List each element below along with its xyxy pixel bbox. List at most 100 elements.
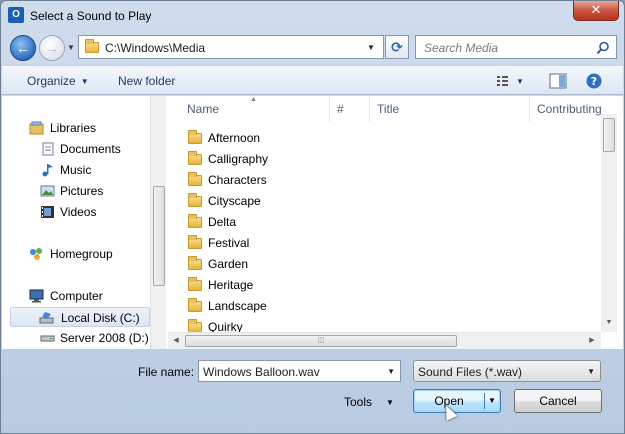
organize-button[interactable]: Organize ▼: [27, 74, 89, 88]
chevron-down-icon: ▼: [80, 77, 89, 86]
horizontal-scroll-thumb[interactable]: ⁞⁞⁞: [185, 335, 457, 347]
nav-item-videos[interactable]: Videos: [2, 202, 150, 222]
file-scroll-thumb[interactable]: [603, 118, 615, 152]
documents-icon: [42, 142, 54, 156]
list-item[interactable]: Quirky: [188, 317, 348, 332]
open-options-dropdown-icon[interactable]: ▼: [488, 390, 496, 412]
folder-icon: [188, 193, 202, 207]
sort-ascending-icon: ▲: [250, 96, 257, 103]
dialog-title: Select a Sound to Play: [30, 9, 152, 23]
svg-text:?: ?: [591, 75, 597, 88]
pictures-icon: [40, 185, 55, 197]
nav-item-label: Local Disk (C:): [61, 311, 140, 325]
cancel-button[interactable]: Cancel: [514, 389, 602, 413]
preview-pane-icon[interactable]: [549, 73, 567, 89]
forward-button[interactable]: →: [39, 35, 65, 61]
folder-icon: [188, 298, 202, 312]
file-list-horizontal-scrollbar[interactable]: ◀ ⁞⁞⁞ ▶: [168, 332, 601, 349]
column-header-number[interactable]: #: [330, 96, 370, 122]
column-header-title[interactable]: Title: [370, 96, 530, 122]
search-input[interactable]: Search Media: [415, 35, 617, 59]
open-button[interactable]: Open ▼: [413, 389, 501, 413]
list-item[interactable]: Landscape: [188, 296, 348, 316]
folder-icon: [188, 172, 202, 186]
scroll-right-arrow-icon[interactable]: ▶: [587, 336, 597, 346]
command-toolbar: Organize ▼ New folder ▼ ?: [2, 65, 623, 95]
nav-scroll-thumb[interactable]: [153, 186, 165, 286]
navigation-bar: ← → ▼ C:\Windows\Media ▼ ⟳ Search Media: [1, 31, 624, 63]
music-icon: [42, 164, 53, 177]
folder-icon: [188, 277, 202, 291]
file-name: Garden: [208, 257, 249, 271]
file-name-value: Windows Balloon.wav: [203, 365, 320, 379]
nav-item-label: Videos: [60, 205, 97, 219]
nav-item-label: Homegroup: [50, 247, 113, 261]
file-name: Characters: [208, 173, 267, 187]
file-name: Landscape: [208, 299, 267, 313]
search-icon[interactable]: [596, 41, 610, 55]
list-item[interactable]: Afternoon: [188, 128, 348, 148]
new-folder-button[interactable]: New folder: [118, 74, 175, 88]
file-name: Heritage: [208, 278, 254, 292]
address-bar[interactable]: C:\Windows\Media ▼: [78, 35, 384, 59]
back-button[interactable]: ←: [10, 35, 36, 61]
view-options-icon[interactable]: [496, 73, 514, 89]
scroll-down-arrow-icon[interactable]: ▼: [604, 319, 614, 329]
file-list-vertical-scrollbar[interactable]: ▼: [601, 114, 617, 332]
nav-item-label: Server 2008 (D:): [60, 331, 149, 345]
nav-item-server-drive[interactable]: Server 2008 (D:): [2, 328, 150, 348]
nav-item-music[interactable]: Music: [2, 160, 150, 180]
help-icon[interactable]: ?: [586, 73, 602, 89]
chevron-down-icon: ▼: [587, 367, 595, 376]
recent-pages-dropdown-icon[interactable]: ▼: [67, 43, 75, 52]
nav-item-label: Computer: [50, 289, 103, 303]
list-item[interactable]: Cityscape: [188, 191, 348, 211]
address-dropdown-icon[interactable]: ▼: [367, 43, 375, 52]
file-type-filter[interactable]: Sound Files (*.wav) ▼: [413, 360, 601, 382]
nav-item-label: Music: [60, 163, 92, 177]
chevron-down-icon[interactable]: ▼: [387, 367, 395, 376]
file-name-label: File name:: [138, 365, 195, 379]
search-placeholder: Search Media: [424, 41, 499, 55]
nav-item-label: Pictures: [60, 184, 104, 198]
view-dropdown-icon[interactable]: ▼: [516, 77, 524, 86]
drive-icon: [40, 335, 55, 342]
folder-icon: [188, 151, 202, 165]
title-bar: O Select a Sound to Play ✕: [1, 1, 624, 31]
videos-icon: [41, 206, 54, 218]
file-name: Calligraphy: [208, 152, 269, 166]
dialog-footer: File name: Windows Balloon.wav ▼ Sound F…: [2, 350, 623, 434]
nav-item-label: Documents: [60, 142, 121, 156]
close-button[interactable]: ✕: [573, 1, 619, 21]
tools-label: Tools: [344, 395, 373, 409]
nav-item-homegroup[interactable]: Homegroup: [2, 244, 150, 264]
nav-item-pictures[interactable]: Pictures: [2, 181, 150, 201]
nav-item-documents[interactable]: Documents: [2, 139, 150, 159]
folder-icon: [188, 235, 202, 249]
scroll-left-arrow-icon[interactable]: ◀: [171, 336, 181, 346]
nav-item-label: Libraries: [50, 121, 97, 135]
file-name-field[interactable]: Windows Balloon.wav ▼: [198, 360, 401, 382]
list-item[interactable]: Festival: [188, 233, 348, 253]
tools-button[interactable]: Tools ▼: [344, 395, 394, 409]
nav-item-local-disk[interactable]: Local Disk (C:): [10, 307, 150, 327]
list-item[interactable]: Calligraphy: [188, 149, 348, 169]
list-item[interactable]: Delta: [188, 212, 348, 232]
list-item[interactable]: Heritage: [188, 275, 348, 295]
list-item[interactable]: Garden: [188, 254, 348, 274]
file-list: Name ▲ # Title Contributing Afternoon Ca…: [168, 96, 623, 349]
address-text: C:\Windows\Media: [105, 41, 206, 55]
refresh-button[interactable]: ⟳: [385, 35, 409, 59]
list-item[interactable]: Characters: [188, 170, 348, 190]
folder-icon: [188, 214, 202, 228]
nav-pane-scrollbar[interactable]: [150, 96, 166, 349]
file-name: Cityscape: [208, 194, 261, 208]
nav-item-computer[interactable]: Computer: [2, 286, 150, 306]
organize-label: Organize: [27, 74, 76, 88]
drive-icon: [39, 312, 54, 324]
file-type-value: Sound Files (*.wav): [418, 365, 523, 379]
content-area: Libraries Documents Music Pictures Video…: [2, 96, 623, 349]
outlook-app-icon: O: [8, 7, 24, 23]
chevron-down-icon: ▼: [386, 398, 394, 407]
nav-item-libraries[interactable]: Libraries: [2, 118, 150, 138]
